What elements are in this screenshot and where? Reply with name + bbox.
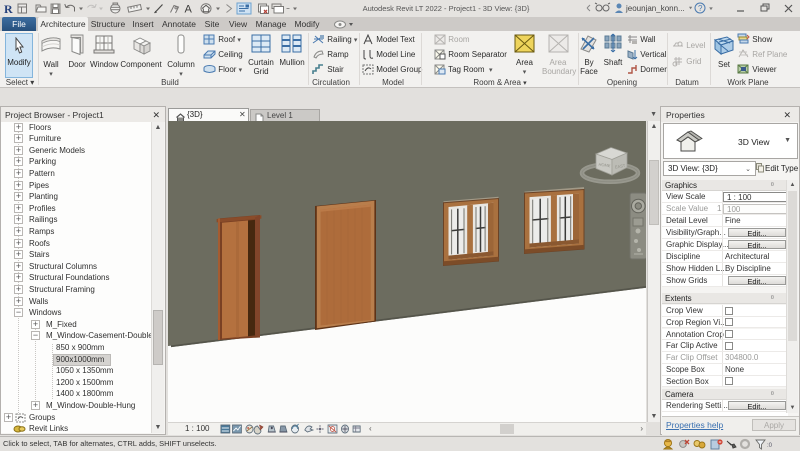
- svg-text::0: :0: [767, 443, 773, 449]
- svg-text:?: ?: [698, 4, 703, 13]
- svg-text:jeounjan_konn...: jeounjan_konn...: [625, 4, 685, 13]
